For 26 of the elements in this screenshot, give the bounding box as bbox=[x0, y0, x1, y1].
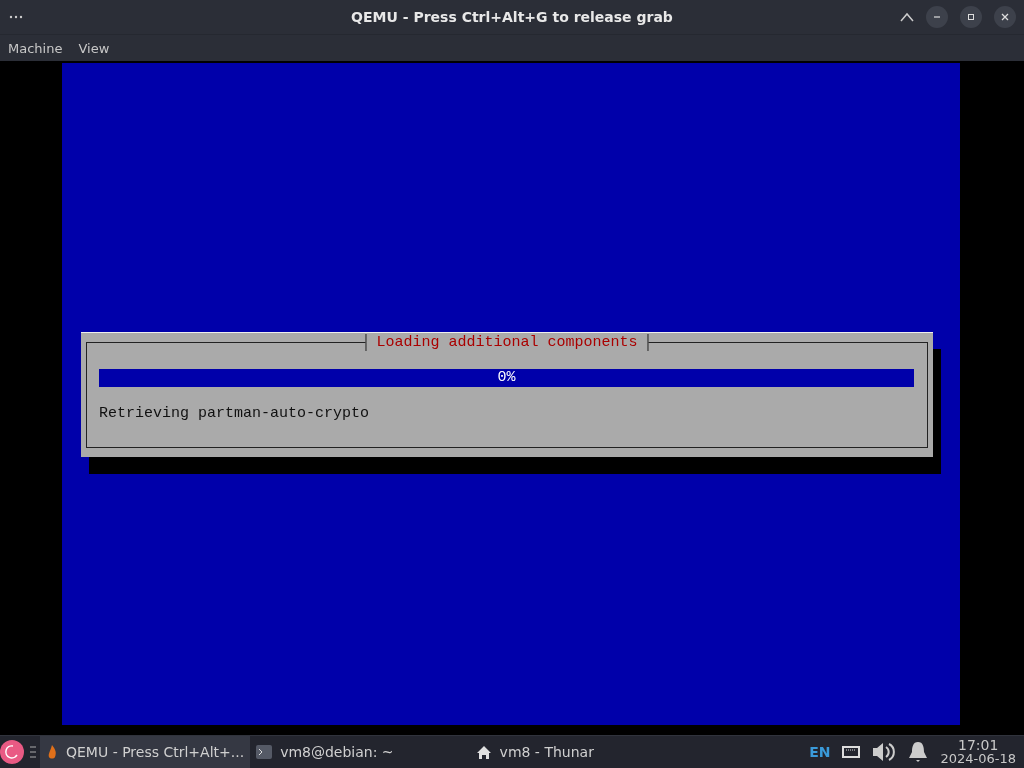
progress-reading: 0% bbox=[497, 368, 516, 386]
close-icon bbox=[1000, 12, 1010, 22]
clock-time: 17:01 bbox=[958, 738, 999, 752]
status-text: Retrieving partman-auto-crypto bbox=[99, 404, 371, 422]
chevron-up-icon[interactable] bbox=[900, 12, 914, 22]
taskbar-item[interactable]: vm8 - Thunar bbox=[469, 736, 600, 768]
maximize-icon bbox=[966, 12, 976, 22]
menu-item[interactable]: Machine bbox=[8, 40, 63, 56]
maximize-button[interactable] bbox=[960, 6, 982, 28]
flame-icon bbox=[46, 744, 58, 760]
window-title: QEMU - Press Ctrl+Alt+G to release grab bbox=[351, 9, 673, 25]
grip-icon bbox=[30, 745, 36, 759]
close-button[interactable] bbox=[994, 6, 1016, 28]
keyboard-layout[interactable]: EN bbox=[809, 744, 831, 760]
minimize-button[interactable] bbox=[926, 6, 948, 28]
network-icon[interactable] bbox=[842, 745, 861, 759]
terminal-icon bbox=[256, 745, 273, 759]
bell-icon[interactable] bbox=[908, 741, 929, 763]
taskbar-item[interactable]: QEMU - Press Ctrl+Alt+... bbox=[40, 736, 251, 768]
debian-logo-icon[interactable] bbox=[0, 740, 24, 764]
clock-date: 2024-06-18 bbox=[940, 752, 1016, 766]
menu-item[interactable]: View bbox=[78, 40, 110, 56]
taskbar-item[interactable]: vm8@debian: ~ bbox=[250, 736, 400, 768]
dialog-title: Loading additional components bbox=[365, 333, 649, 351]
home-icon bbox=[475, 744, 492, 760]
speaker-icon[interactable] bbox=[872, 741, 897, 763]
